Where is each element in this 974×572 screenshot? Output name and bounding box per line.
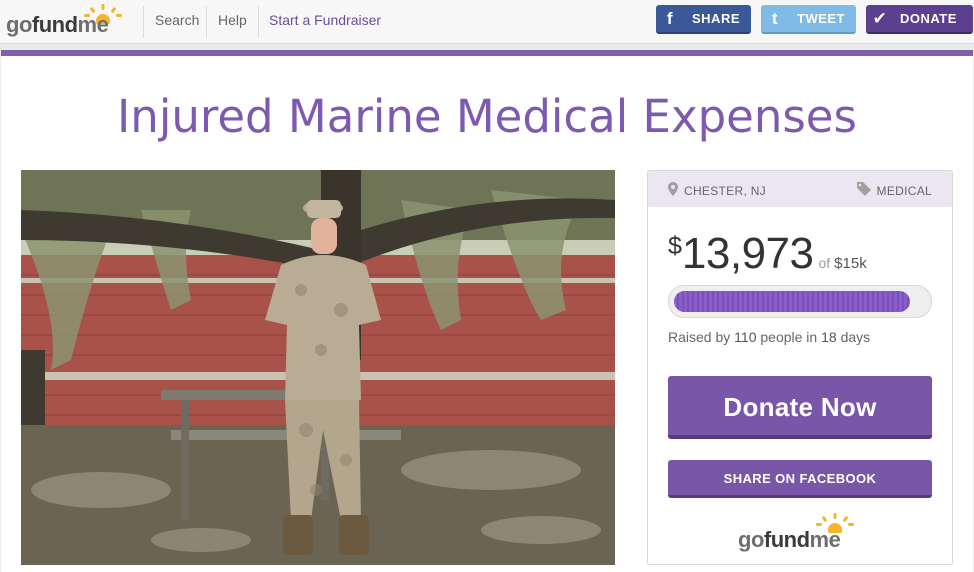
marine-photo-illustration <box>21 170 615 565</box>
card-header: CHESTER, NJ MEDICAL <box>648 171 952 207</box>
goal-amount: $15k <box>834 255 867 272</box>
nav-link-start-fundraiser[interactable]: Start a Fundraiser <box>269 12 381 28</box>
donor-count: 110 <box>734 329 757 345</box>
raised-stats: Raised by 110 people in 18 days <box>668 329 870 345</box>
twitter-icon: t <box>771 8 779 28</box>
map-pin-icon <box>668 182 678 199</box>
location-text: CHESTER, NJ <box>684 183 766 198</box>
checkmark-icon: ✔ <box>872 8 888 29</box>
of-label: of <box>818 255 831 271</box>
category-text: MEDICAL <box>876 183 932 198</box>
nav-link-search[interactable]: Search <box>155 12 199 28</box>
location[interactable]: CHESTER, NJ <box>668 182 766 199</box>
footer-logo-text: gofundme <box>738 527 841 552</box>
donate-now-button[interactable]: Donate Now <box>668 376 932 439</box>
top-nav: gofundme Search Help Start a Fundraiser … <box>0 0 974 44</box>
campaign-photo[interactable] <box>21 170 615 565</box>
nav-divider <box>258 6 259 38</box>
amount-raised: $ 13,973 of $15k <box>668 229 867 279</box>
facebook-icon: f <box>666 8 674 28</box>
stats-suffix: days <box>840 329 871 345</box>
category[interactable]: MEDICAL <box>856 182 932 199</box>
nav-divider <box>206 6 207 38</box>
day-count: 18 <box>821 329 837 345</box>
facebook-share-button[interactable]: f SHARE <box>656 5 751 34</box>
campaign-title: Injured Marine Medical Expenses <box>117 90 857 143</box>
nav-link-help[interactable]: Help <box>218 12 247 28</box>
share-on-facebook-button[interactable]: SHARE ON FACEBOOK <box>668 460 932 498</box>
donate-button[interactable]: ✔ DONATE <box>866 5 973 34</box>
donation-card: CHESTER, NJ MEDICAL $ 13,973 of $15k Rai… <box>647 170 953 565</box>
raised-amount: 13,973 <box>681 229 814 278</box>
nav-divider <box>143 6 144 38</box>
donate-label: DONATE <box>900 11 957 26</box>
gofundme-footer-logo[interactable]: gofundme <box>738 513 862 553</box>
gofundme-logo[interactable]: gofundme <box>6 4 130 40</box>
currency-symbol: $ <box>668 232 682 260</box>
stats-middle: people in <box>760 329 818 345</box>
facebook-share-label: SHARE <box>692 11 741 26</box>
progress-bar <box>668 285 932 318</box>
stats-prefix: Raised by <box>668 329 731 345</box>
logo-text: gofundme <box>6 12 109 37</box>
tag-icon <box>856 182 871 199</box>
tweet-button[interactable]: t TWEET <box>761 5 856 34</box>
progress-bar-fill <box>674 291 910 312</box>
tweet-label: TWEET <box>797 11 845 26</box>
